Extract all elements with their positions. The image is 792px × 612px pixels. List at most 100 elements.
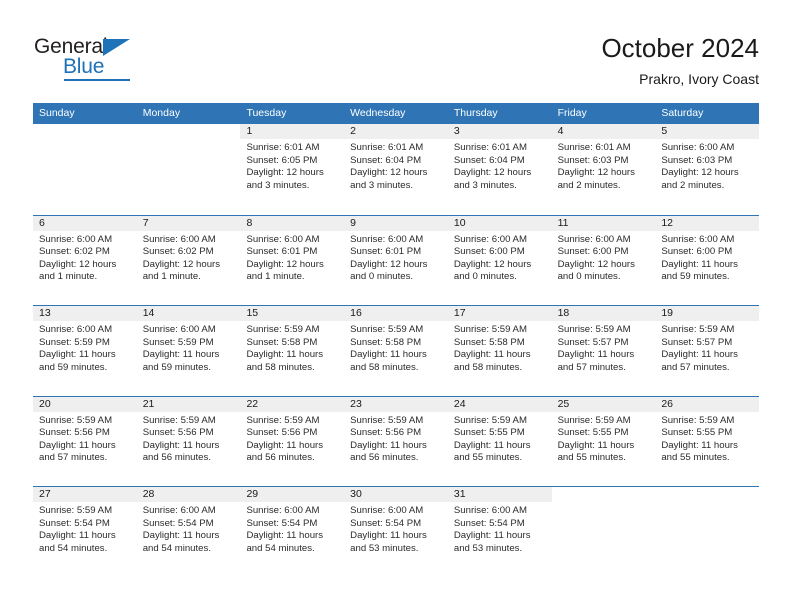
day-number[interactable]: 27 xyxy=(33,487,137,502)
day-cell[interactable]: Sunrise: 6:00 AM Sunset: 6:01 PM Daylight:… xyxy=(240,230,345,305)
day-number[interactable]: 6 xyxy=(33,215,137,231)
day-cell[interactable]: Sunrise: 5:59 AM Sunset: 5:58 PM Daylight:… xyxy=(447,321,552,395)
page-title: October 2024 xyxy=(601,33,759,63)
sunset-text: Sunset: 5:55 PM xyxy=(661,427,733,439)
sunrise-text: Sunrise: 6:00 AM xyxy=(39,233,113,245)
daylight-text: Daylight: 12 hours xyxy=(39,258,117,270)
sunset-text: Sunset: 5:57 PM xyxy=(557,336,629,348)
day-number[interactable]: 14 xyxy=(136,306,241,321)
sunset-text: Sunset: 5:56 PM xyxy=(350,427,422,439)
daylight-text: Daylight: 11 hours xyxy=(453,349,531,361)
daylight-text-cont: and 55 minutes. xyxy=(557,452,626,464)
day-cell[interactable]: Sunrise: 6:00 AM Sunset: 6:02 PM Daylight:… xyxy=(136,230,241,305)
daylight-text: Daylight: 11 hours xyxy=(661,258,738,270)
day-number[interactable]: 24 xyxy=(447,396,552,412)
day-number[interactable]: 17 xyxy=(447,306,552,321)
sunrise-text: Sunrise: 6:00 AM xyxy=(142,505,216,516)
day-number[interactable]: 28 xyxy=(136,487,241,502)
day-cell[interactable]: Sunrise: 5:59 AM Sunset: 5:55 PM Daylight:… xyxy=(655,411,760,486)
page-header: General Blue October 2024 Prakro, Ivory … xyxy=(0,0,792,100)
day-number[interactable]: 11 xyxy=(551,215,656,231)
day-cell[interactable]: Sunrise: 6:00 AM Sunset: 5:54 PM Daylight:… xyxy=(240,502,345,576)
day-cell[interactable]: Sunrise: 5:59 AM Sunset: 5:55 PM Daylight:… xyxy=(447,411,552,486)
day-cell[interactable]: Sunrise: 6:00 AM Sunset: 5:59 PM Daylight:… xyxy=(33,321,137,395)
dow-tuesday: Tuesday xyxy=(246,107,287,119)
daylight-text: Daylight: 12 hours xyxy=(453,258,532,270)
day-number[interactable]: 3 xyxy=(447,124,552,139)
day-cell[interactable]: Sunrise: 6:01 AM Sunset: 6:03 PM Daylight:… xyxy=(551,139,656,213)
day-cell[interactable]: Sunrise: 6:00 AM Sunset: 5:54 PM Daylight:… xyxy=(344,502,448,576)
day-number[interactable]: 12 xyxy=(655,215,760,231)
daylight-text-cont: and 56 minutes. xyxy=(142,452,211,464)
day-cell[interactable]: Sunrise: 6:00 AM Sunset: 6:00 PM Daylight:… xyxy=(655,230,760,305)
daylight-text: Daylight: 11 hours xyxy=(142,349,220,361)
sunset-text: Sunset: 5:55 PM xyxy=(557,427,629,439)
daylight-text-cont: and 3 minutes. xyxy=(246,179,310,191)
day-cell[interactable]: Sunrise: 5:59 AM Sunset: 5:54 PM Daylight:… xyxy=(33,502,137,576)
day-number[interactable]: 30 xyxy=(344,487,448,502)
day-number[interactable]: 18 xyxy=(551,306,656,321)
sunrise-text: Sunrise: 6:01 AM xyxy=(246,142,320,153)
daylight-text: Daylight: 11 hours xyxy=(142,439,220,451)
sunset-text: Sunset: 5:54 PM xyxy=(453,517,525,529)
day-cell[interactable]: Sunrise: 5:59 AM Sunset: 5:57 PM Daylight:… xyxy=(551,321,656,395)
day-number[interactable]: 23 xyxy=(344,396,448,412)
daylight-text: Daylight: 11 hours xyxy=(661,439,738,451)
sunrise-text: Sunrise: 5:59 AM xyxy=(350,414,424,426)
week-detail-band: Sunrise: 5:59 AM Sunset: 5:56 PM Daylight:… xyxy=(33,411,760,486)
day-number[interactable]: 22 xyxy=(240,396,345,412)
day-number[interactable]: 31 xyxy=(447,487,552,502)
day-number[interactable]: 15 xyxy=(240,306,345,321)
day-cell[interactable]: Sunrise: 6:00 AM Sunset: 6:02 PM Daylight:… xyxy=(33,230,137,305)
daylight-text-cont: and 56 minutes. xyxy=(246,452,315,464)
general-blue-logo[interactable]: General Blue xyxy=(34,36,214,82)
blue-triangle-icon xyxy=(103,39,130,56)
day-cell[interactable]: Sunrise: 6:01 AM Sunset: 6:04 PM Daylight:… xyxy=(447,139,552,213)
week-date-number-band: 13 14 15 16 17 18 19 xyxy=(33,306,760,321)
day-cell[interactable]: Sunrise: 6:00 AM Sunset: 6:00 PM Daylight:… xyxy=(551,230,656,305)
day-cell[interactable]: Sunrise: 5:59 AM Sunset: 5:56 PM Daylight:… xyxy=(344,411,448,486)
day-number[interactable]: 4 xyxy=(551,124,656,139)
day-cell[interactable]: Sunrise: 6:00 AM Sunset: 6:00 PM Daylight:… xyxy=(447,230,552,305)
daylight-text: Daylight: 11 hours xyxy=(453,439,531,451)
day-cell[interactable]: Sunrise: 5:59 AM Sunset: 5:58 PM Daylight:… xyxy=(240,321,345,395)
day-cell[interactable]: Sunrise: 6:00 AM Sunset: 5:59 PM Daylight:… xyxy=(136,321,241,395)
dow-saturday: Saturday xyxy=(661,107,704,119)
day-cell[interactable]: Sunrise: 5:59 AM Sunset: 5:58 PM Daylight:… xyxy=(344,321,448,395)
day-number[interactable]: 9 xyxy=(344,215,448,231)
daylight-text: Daylight: 11 hours xyxy=(39,530,116,542)
sunrise-text: Sunrise: 5:59 AM xyxy=(142,414,216,426)
day-number[interactable]: 7 xyxy=(136,215,241,231)
day-number[interactable]: 25 xyxy=(551,396,656,412)
week-detail-band: Sunrise: 5:59 AM Sunset: 5:54 PM Daylight:… xyxy=(33,502,760,576)
daylight-text: Daylight: 11 hours xyxy=(557,349,635,361)
page-subtitle: Prakro, Ivory Coast xyxy=(639,71,759,87)
day-cell[interactable]: Sunrise: 6:00 AM Sunset: 6:03 PM Daylight:… xyxy=(655,139,760,213)
day-cell[interactable]: Sunrise: 5:59 AM Sunset: 5:55 PM Daylight:… xyxy=(551,411,656,486)
day-number[interactable]: 20 xyxy=(33,396,137,412)
daylight-text: Daylight: 11 hours xyxy=(350,530,427,542)
day-number[interactable]: 21 xyxy=(136,396,241,412)
day-cell[interactable]: Sunrise: 5:59 AM Sunset: 5:56 PM Daylight:… xyxy=(240,411,345,486)
sunrise-text: Sunrise: 6:01 AM xyxy=(453,142,527,153)
day-number[interactable]: 19 xyxy=(655,306,760,321)
day-number[interactable]: 13 xyxy=(33,306,137,321)
day-cell[interactable]: Sunrise: 5:59 AM Sunset: 5:56 PM Daylight:… xyxy=(33,411,137,486)
sunset-text: Sunset: 5:57 PM xyxy=(661,336,733,348)
sunset-text: Sunset: 5:56 PM xyxy=(142,427,214,439)
day-number[interactable]: 16 xyxy=(344,306,448,321)
day-number[interactable]: 29 xyxy=(240,487,345,502)
day-cell[interactable]: Sunrise: 6:01 AM Sunset: 6:04 PM Daylight:… xyxy=(344,139,448,213)
day-number[interactable]: 1 xyxy=(240,124,345,139)
day-number[interactable]: 5 xyxy=(655,124,760,139)
day-cell[interactable]: Sunrise: 5:59 AM Sunset: 5:57 PM Daylight:… xyxy=(655,321,760,395)
day-cell[interactable]: Sunrise: 6:00 AM Sunset: 5:54 PM Daylight:… xyxy=(136,502,241,576)
day-number[interactable]: 8 xyxy=(240,215,345,231)
day-cell[interactable]: Sunrise: 6:00 AM Sunset: 5:54 PM Daylight:… xyxy=(447,502,552,576)
day-number[interactable]: 10 xyxy=(447,215,552,231)
day-cell[interactable]: Sunrise: 5:59 AM Sunset: 5:56 PM Daylight:… xyxy=(136,411,241,486)
day-number[interactable]: 2 xyxy=(344,124,448,139)
day-number[interactable]: 26 xyxy=(655,396,760,412)
day-cell[interactable]: Sunrise: 6:00 AM Sunset: 6:01 PM Daylight:… xyxy=(344,230,448,305)
day-cell[interactable]: Sunrise: 6:01 AM Sunset: 6:05 PM Daylight:… xyxy=(240,139,345,213)
